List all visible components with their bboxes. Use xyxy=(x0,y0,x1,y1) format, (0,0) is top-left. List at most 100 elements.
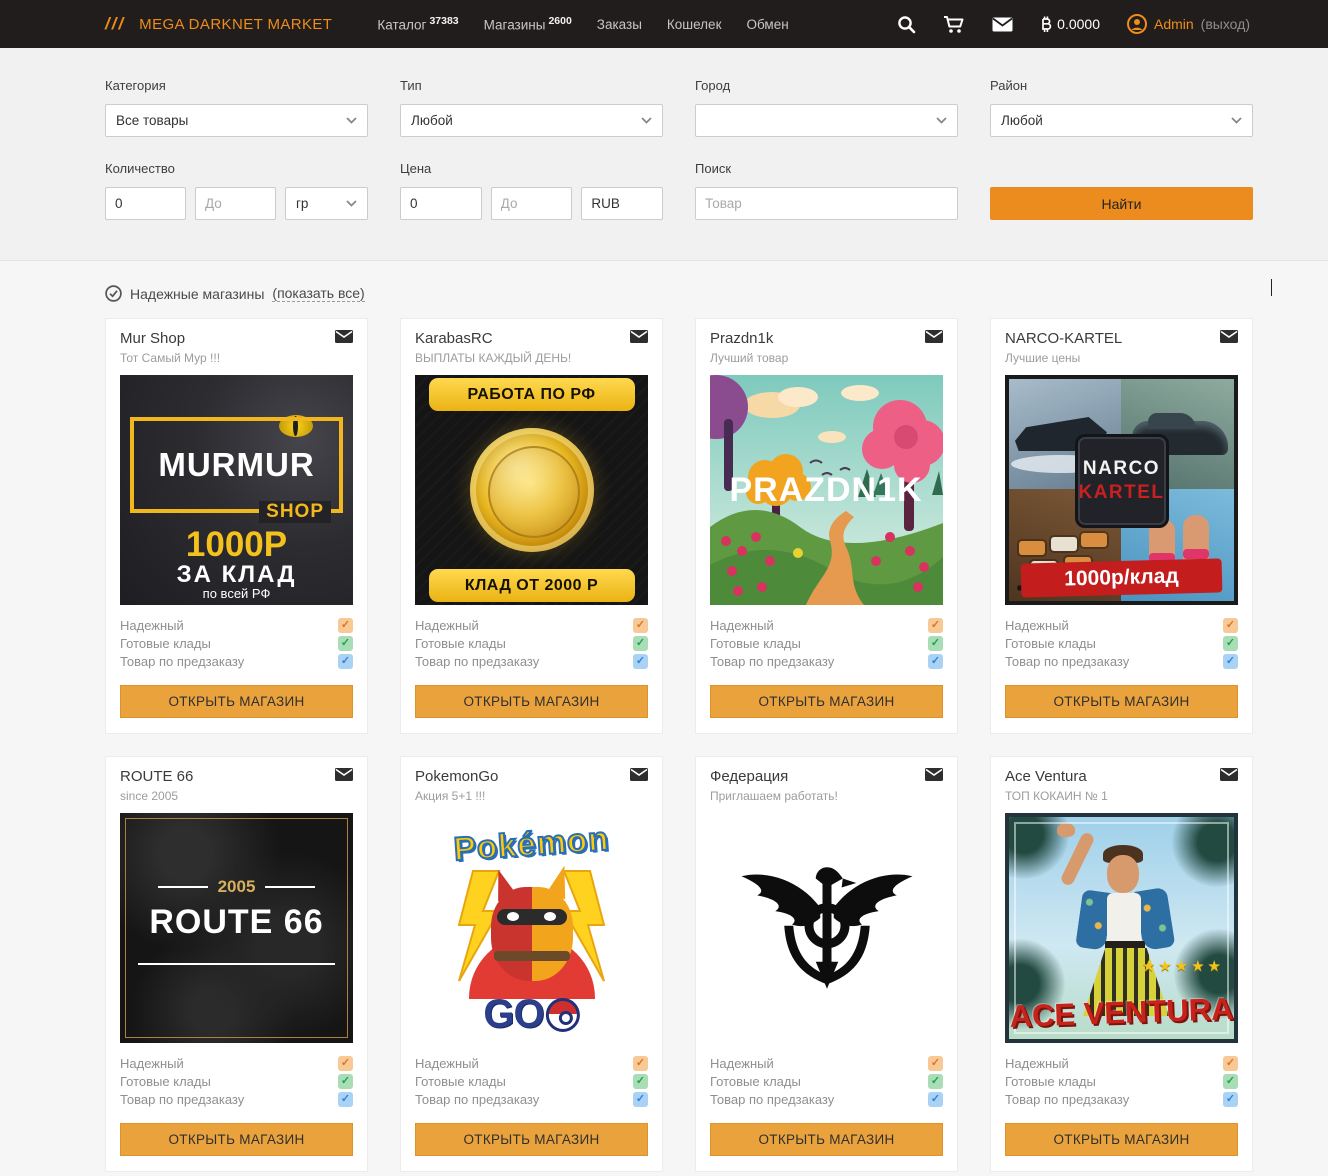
checkbox-blue-icon: ✓ xyxy=(633,1092,648,1107)
shop-card-federatsiya: Федерация Приглашаем работать! xyxy=(695,756,958,1172)
open-shop-button[interactable]: ОТКРЫТЬ МАГАЗИН xyxy=(120,685,353,718)
balance-value: 0.0000 xyxy=(1057,16,1100,32)
type-select[interactable]: Любой xyxy=(400,104,663,137)
palm-foliage xyxy=(1005,813,1069,879)
cart-icon[interactable] xyxy=(943,15,965,34)
nav-links: Каталог37383 Магазины2600 Заказы Кошелек… xyxy=(352,15,788,33)
banner-year: 2005 xyxy=(218,877,256,897)
shop-banner-image[interactable]: 2005 ROUTE 66 xyxy=(120,813,353,1043)
shop-name[interactable]: Федерация xyxy=(710,768,788,785)
banner-logo-box: NARCO KARTEL xyxy=(1075,434,1169,528)
shop-tagline: ТОП КОКАИН № 1 xyxy=(1005,789,1238,803)
search-input[interactable] xyxy=(695,187,958,220)
eagle-emblem-graphic xyxy=(737,853,917,1003)
banner-title: ROUTE 66 xyxy=(120,903,353,942)
shop-name[interactable]: ROUTE 66 xyxy=(120,768,193,785)
price-to-input[interactable] xyxy=(491,187,573,220)
filter-category: Категория Все товары xyxy=(105,78,368,137)
message-shop-icon[interactable] xyxy=(335,330,353,343)
shop-banner-image[interactable]: Pokémon GO xyxy=(415,813,648,1043)
nav-link-shops[interactable]: Магазины2600 xyxy=(484,15,572,33)
rating-stars: ★★★★★ xyxy=(1142,957,1224,975)
message-shop-icon[interactable] xyxy=(925,768,943,781)
message-shop-icon[interactable] xyxy=(1220,768,1238,781)
quantity-unit-select[interactable]: гр xyxy=(285,187,368,220)
filter-search: Поиск xyxy=(695,161,958,220)
shop-name[interactable]: NARCO-KARTEL xyxy=(1005,330,1122,347)
filter-submit-cell: Найти xyxy=(990,161,1253,220)
shop-name[interactable]: Mur Shop xyxy=(120,330,185,347)
nav-link-catalog[interactable]: Каталог37383 xyxy=(377,15,458,33)
city-select[interactable] xyxy=(695,104,958,137)
divider-line xyxy=(138,963,335,965)
message-shop-icon[interactable] xyxy=(925,330,943,343)
open-shop-button[interactable]: ОТКРЫТЬ МАГАЗИН xyxy=(1005,685,1238,718)
open-shop-button[interactable]: ОТКРЫТЬ МАГАЗИН xyxy=(710,685,943,718)
message-shop-icon[interactable] xyxy=(1220,330,1238,343)
feature-trusted: Надежный✓ xyxy=(710,616,943,634)
checkbox-green-icon: ✓ xyxy=(1223,636,1238,651)
message-shop-icon[interactable] xyxy=(630,768,648,781)
message-shop-icon[interactable] xyxy=(335,768,353,781)
checkbox-green-icon: ✓ xyxy=(338,1074,353,1089)
feature-preorder: Товар по предзаказу✓ xyxy=(710,1090,943,1108)
banner-badge: SHOP xyxy=(259,501,331,523)
pikachu-eye xyxy=(507,912,519,921)
price-currency-input[interactable] xyxy=(581,187,663,220)
feature-trusted: Надежный✓ xyxy=(415,1054,648,1072)
pikachu-figure xyxy=(491,887,573,981)
banner-subline: ЗА КЛАД xyxy=(120,561,353,589)
banner-year-row: 2005 xyxy=(120,877,353,897)
category-select[interactable]: Все товары xyxy=(105,104,368,137)
shop-banner-image[interactable]: NARCO KARTEL 1000р/клад xyxy=(1005,375,1238,605)
logout-link[interactable]: (выход) xyxy=(1201,16,1250,32)
open-shop-button[interactable]: ОТКРЫТЬ МАГАЗИН xyxy=(120,1123,353,1156)
shop-name[interactable]: Ace Ventura xyxy=(1005,768,1087,785)
shop-banner-image[interactable]: ★★★★★ ACE VENTURA xyxy=(1005,813,1238,1043)
shop-banner-image[interactable]: MURMUR SHOP 1000Р ЗА КЛАД по всей РФ xyxy=(120,375,353,605)
checkbox-blue-icon: ✓ xyxy=(1223,654,1238,669)
filter-type: Тип Любой xyxy=(400,78,663,137)
shop-tagline: ВЫПЛАТЫ КАЖДЫЙ ДЕНЬ! xyxy=(415,351,648,365)
open-shop-button[interactable]: ОТКРЫТЬ МАГАЗИН xyxy=(415,685,648,718)
verified-circle-icon xyxy=(105,285,122,302)
show-all-link[interactable]: (показать все) xyxy=(272,285,364,302)
logo-slashes-icon[interactable]: /// xyxy=(105,14,125,34)
find-button[interactable]: Найти xyxy=(990,187,1253,220)
user-menu[interactable]: Admin (выход) xyxy=(1127,14,1250,34)
nav-link-wallet[interactable]: Кошелек xyxy=(667,17,722,32)
username: Admin xyxy=(1154,16,1194,32)
message-shop-icon[interactable] xyxy=(630,330,648,343)
banner-line2: KARTEL xyxy=(1078,482,1164,504)
shop-name[interactable]: KarabasRC xyxy=(415,330,493,347)
nav-link-orders[interactable]: Заказы xyxy=(597,17,642,32)
nav-link-exchange[interactable]: Обмен xyxy=(746,17,788,32)
shop-tagline: Лучшие цены xyxy=(1005,351,1238,365)
checkbox-orange-icon: ✓ xyxy=(928,618,943,633)
section-title: Надежные магазины xyxy=(130,286,264,302)
quantity-to-input[interactable] xyxy=(195,187,276,220)
pokeball-icon xyxy=(546,998,580,1032)
checkbox-blue-icon: ✓ xyxy=(1223,1092,1238,1107)
shop-name[interactable]: Prazdn1k xyxy=(710,330,773,347)
shop-name[interactable]: PokemonGo xyxy=(415,768,498,785)
open-shop-button[interactable]: ОТКРЫТЬ МАГАЗИН xyxy=(710,1123,943,1156)
shop-banner-image[interactable] xyxy=(710,813,943,1043)
price-from-input[interactable] xyxy=(400,187,482,220)
district-select[interactable]: Любой xyxy=(990,104,1253,137)
city-label: Город xyxy=(695,78,958,93)
quantity-label: Количество xyxy=(105,161,368,176)
gold-coin-graphic xyxy=(470,428,594,552)
shop-banner-image[interactable]: РАБОТА ПО РФ КЛАД ОТ 2000 Р xyxy=(415,375,648,605)
wallet-balance[interactable]: 0.0000 xyxy=(1040,16,1100,33)
open-shop-button[interactable]: ОТКРЫТЬ МАГАЗИН xyxy=(1005,1123,1238,1156)
quantity-from-input[interactable] xyxy=(105,187,186,220)
checkbox-green-icon: ✓ xyxy=(928,636,943,651)
checkbox-orange-icon: ✓ xyxy=(633,618,648,633)
brand-title[interactable]: MEGA DARKNET MARKET xyxy=(139,16,332,33)
shop-banner-image[interactable]: PRAZDN1K xyxy=(710,375,943,605)
open-shop-button[interactable]: ОТКРЫТЬ МАГАЗИН xyxy=(415,1123,648,1156)
mail-icon[interactable] xyxy=(992,17,1013,32)
search-icon[interactable] xyxy=(897,15,916,34)
type-label: Тип xyxy=(400,78,663,93)
